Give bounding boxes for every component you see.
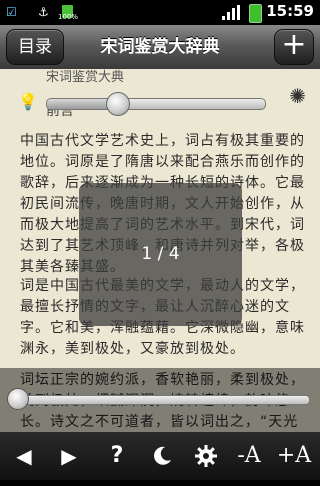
brightness-slider-handle[interactable] <box>105 92 130 116</box>
night-mode-button[interactable] <box>142 432 182 480</box>
reading-progress-slider[interactable] <box>7 388 310 410</box>
checkbox-icon: ☑ <box>6 5 17 19</box>
settings-button[interactable] <box>186 432 226 480</box>
page-indicator: 1 / 4 <box>79 183 242 326</box>
moon-icon <box>154 446 171 465</box>
progress-slider-handle[interactable] <box>7 388 29 410</box>
next-page-button[interactable]: ▶ <box>49 432 89 480</box>
usb-icon: ⚓ <box>38 5 49 19</box>
help-button[interactable]: ? <box>97 432 137 480</box>
brightness-slider[interactable] <box>46 92 266 116</box>
previous-page-button[interactable]: ◀ <box>4 432 44 480</box>
signal-icon <box>222 5 240 20</box>
toc-button[interactable]: 目录 <box>6 29 64 65</box>
bottom-toolbar: ◀ ▶ ? -A +A <box>0 432 320 480</box>
title-bar: 目录 宋词鉴赏大辞典 + <box>0 25 320 70</box>
add-bookmark-button[interactable]: + <box>274 29 314 65</box>
dim-bulb-icon: 💡 <box>18 92 38 111</box>
status-bar: ☑ ⚓ 100% 15:59 <box>0 0 320 25</box>
reading-progress-panel <box>0 368 320 432</box>
brightness-panel: 💡 ✺ <box>0 69 320 127</box>
gear-icon <box>195 445 217 467</box>
font-decrease-button[interactable]: -A <box>229 432 269 480</box>
charging-battery-icon <box>249 4 262 23</box>
font-increase-button[interactable]: +A <box>274 432 314 480</box>
bright-bulb-icon: ✺ <box>289 84 306 108</box>
page-title: 宋词鉴赏大辞典 <box>100 37 220 57</box>
clock: 15:59 <box>266 2 314 20</box>
battery-percent: 100% <box>58 13 79 21</box>
